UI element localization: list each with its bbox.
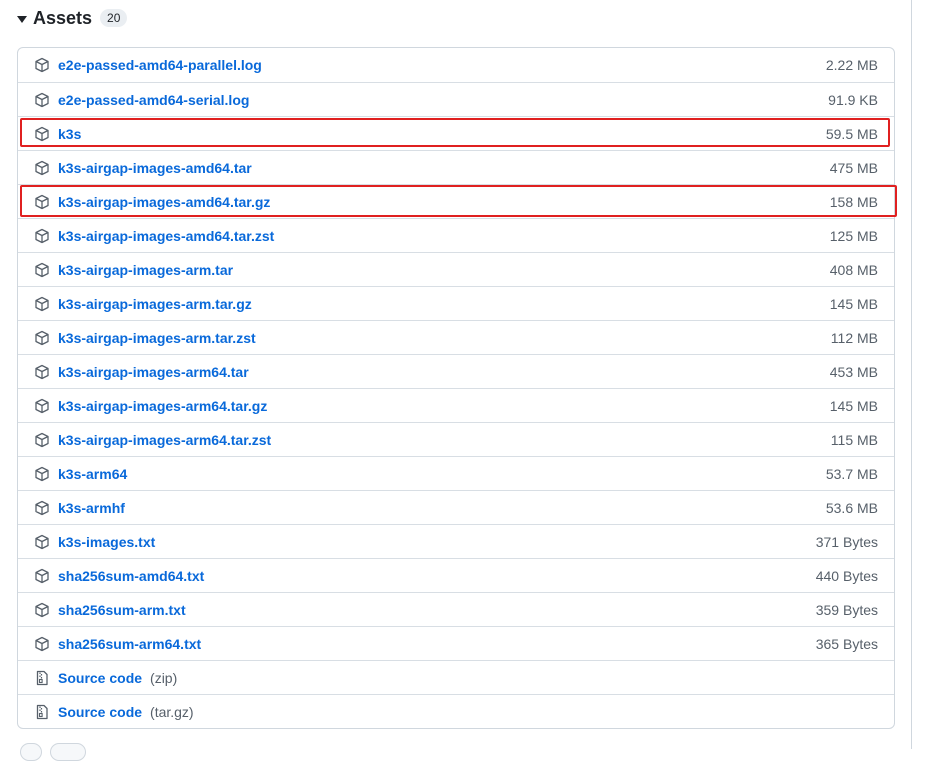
asset-size: 371 Bytes (815, 533, 878, 550)
asset-size: 115 MB (830, 431, 878, 448)
asset-row: k3s-airgap-images-arm64.tar.zst 115 MB (18, 422, 894, 456)
asset-size: 2.22 MB (825, 57, 878, 73)
asset-link[interactable]: sha256sum-arm.txt (58, 602, 186, 618)
asset-link[interactable]: k3s-airgap-images-amd64.tar.gz (58, 194, 270, 210)
reaction-button[interactable] (50, 743, 86, 761)
asset-size: 365 Bytes (815, 635, 878, 652)
asset-size: 158 MB (829, 193, 878, 210)
asset-size: 408 MB (829, 261, 878, 278)
asset-row: k3s-airgap-images-arm.tar.gz 145 MB (18, 286, 894, 320)
asset-link[interactable]: k3s-airgap-images-arm.tar.gz (58, 296, 252, 312)
package-icon (34, 330, 50, 346)
package-icon (34, 126, 50, 142)
asset-row: e2e-passed-amd64-serial.log 91.9 KB (18, 82, 894, 116)
package-icon (34, 194, 50, 210)
package-icon (34, 568, 50, 584)
source-code-targz-link[interactable]: Source code (58, 704, 142, 720)
package-icon (34, 432, 50, 448)
asset-row: k3s 59.5 MB (18, 116, 894, 150)
caret-down-icon[interactable] (17, 15, 27, 23)
asset-size: 440 Bytes (815, 567, 878, 584)
asset-row: k3s-airgap-images-arm64.tar.gz 145 MB (18, 388, 894, 422)
asset-size: 53.6 MB (825, 499, 878, 516)
package-icon (34, 262, 50, 278)
asset-link[interactable]: k3s-arm64 (58, 466, 127, 482)
package-icon (34, 160, 50, 176)
asset-size: 59.5 MB (825, 125, 878, 142)
asset-link[interactable]: k3s-armhf (58, 500, 125, 516)
asset-row: sha256sum-arm.txt 359 Bytes (18, 592, 894, 626)
package-icon (34, 466, 50, 482)
asset-row: sha256sum-amd64.txt 440 Bytes (18, 558, 894, 592)
asset-row: k3s-arm64 53.7 MB (18, 456, 894, 490)
asset-row: k3s-airgap-images-arm.tar.zst 112 MB (18, 320, 894, 354)
assets-title: Assets (33, 7, 93, 28)
asset-link[interactable]: k3s-airgap-images-arm64.tar.zst (58, 432, 271, 448)
asset-row: e2e-passed-amd64-parallel.log 2.22 MB (18, 48, 894, 82)
file-zip-icon (34, 704, 50, 720)
asset-size: 475 MB (829, 159, 878, 176)
asset-link[interactable]: k3s-airgap-images-amd64.tar.zst (58, 228, 274, 244)
asset-link[interactable]: sha256sum-amd64.txt (58, 568, 204, 584)
asset-size: 145 MB (829, 397, 878, 414)
asset-link[interactable]: k3s-airgap-images-amd64.tar (58, 160, 252, 176)
asset-size: 125 MB (829, 227, 878, 244)
source-format: (tar.gz) (150, 703, 194, 720)
asset-row: k3s-airgap-images-arm64.tar 453 MB (18, 354, 894, 388)
package-icon (34, 364, 50, 380)
asset-row: k3s-images.txt 371 Bytes (18, 524, 894, 558)
asset-size: 453 MB (829, 363, 878, 380)
package-icon (34, 92, 50, 108)
asset-row: k3s-airgap-images-arm.tar 408 MB (18, 252, 894, 286)
asset-row: k3s-armhf 53.6 MB (18, 490, 894, 524)
package-icon (34, 534, 50, 550)
package-icon (34, 602, 50, 618)
asset-link[interactable]: k3s-airgap-images-arm.tar.zst (58, 330, 256, 346)
asset-size: 53.7 MB (825, 465, 878, 482)
source-code-zip-link[interactable]: Source code (58, 670, 142, 686)
package-icon (34, 296, 50, 312)
asset-row: sha256sum-arm64.txt 365 Bytes (18, 626, 894, 660)
asset-size: 112 MB (830, 329, 878, 346)
asset-row: k3s-airgap-images-amd64.tar.gz 158 MB (18, 184, 894, 218)
asset-link[interactable]: k3s-airgap-images-arm.tar (58, 262, 233, 278)
assets-header[interactable]: Assets 20 (17, 6, 128, 30)
asset-link[interactable]: e2e-passed-amd64-parallel.log (58, 57, 262, 73)
package-icon (34, 636, 50, 652)
asset-size: 359 Bytes (815, 601, 878, 618)
source-row: Source code (tar.gz) (18, 694, 894, 728)
reaction-button[interactable] (20, 743, 42, 761)
package-icon (34, 228, 50, 244)
source-format: (zip) (150, 669, 178, 686)
package-icon (34, 500, 50, 516)
asset-link[interactable]: k3s (58, 126, 81, 142)
package-icon (34, 57, 50, 73)
page-right-border (911, 0, 912, 749)
asset-link[interactable]: sha256sum-arm64.txt (58, 636, 201, 652)
asset-row: k3s-airgap-images-amd64.tar.zst 125 MB (18, 218, 894, 252)
asset-size: 145 MB (829, 295, 878, 312)
asset-link[interactable]: k3s-airgap-images-arm64.tar (58, 364, 249, 380)
asset-row: k3s-airgap-images-amd64.tar 475 MB (18, 150, 894, 184)
file-zip-icon (34, 670, 50, 686)
assets-count-badge: 20 (100, 9, 128, 27)
assets-list: e2e-passed-amd64-parallel.log 2.22 MB e2… (17, 47, 895, 729)
package-icon (34, 398, 50, 414)
asset-link[interactable]: k3s-airgap-images-arm64.tar.gz (58, 398, 267, 414)
asset-link[interactable]: e2e-passed-amd64-serial.log (58, 92, 249, 108)
source-row: Source code (zip) (18, 660, 894, 694)
asset-link[interactable]: k3s-images.txt (58, 534, 155, 550)
asset-size: 91.9 KB (828, 91, 878, 108)
